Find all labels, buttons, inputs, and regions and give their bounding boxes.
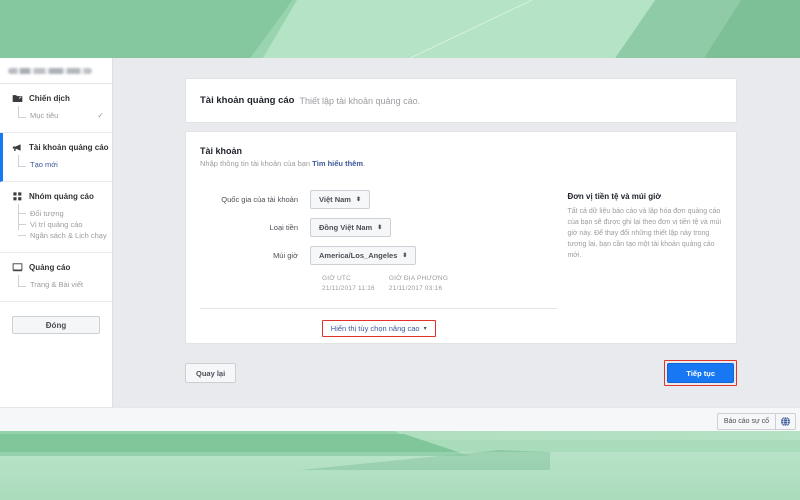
- check-icon: ✓: [97, 111, 104, 120]
- language-button[interactable]: [776, 414, 795, 429]
- sidebar-item-ngan-sach-lich-chay[interactable]: Ngân sách & Lịch chạy: [0, 230, 112, 241]
- report-problem-bar: Báo cáo sự cố: [716, 413, 796, 430]
- sidebar-group-campaign[interactable]: Chiến dịch Mục tiêu ✓: [0, 84, 112, 133]
- sidebar-item-label: Đối tượng: [30, 209, 64, 218]
- sidebar-group-label: Chiến dịch: [29, 94, 70, 103]
- main-content: Tài khoản quảng cáo Thiết lập tài khoản …: [113, 58, 800, 431]
- page-title: Tài khoản quảng cáo: [200, 95, 295, 106]
- section-divider: [200, 308, 558, 309]
- sidebar-item-tao-moi[interactable]: Tạo mới: [3, 155, 112, 170]
- currency-select-value: Đồng Việt Nam: [319, 223, 373, 232]
- account-name-redacted: [8, 67, 92, 74]
- sidebar-group-header[interactable]: Chiến dịch: [0, 93, 112, 104]
- globe-icon: [780, 416, 791, 427]
- app-window: Chiến dịch Mục tiêu ✓ Tài khoản quảng cá…: [0, 58, 800, 431]
- section-subtitle-text: Nhập thông tin tài khoản của bạn: [200, 159, 313, 168]
- next-button-highlight: Tiếp tục: [664, 360, 737, 386]
- form-area: Quốc gia của tài khoản Việt Nam ⬍ Loại t…: [200, 190, 722, 337]
- sidebar-group-ad[interactable]: Quảng cáo Trang & Bài viết: [0, 253, 112, 302]
- sidebar-item-label: Ngân sách & Lịch chạy: [30, 231, 107, 240]
- advanced-options-label: Hiển thị tùy chọn nâng cao: [330, 324, 420, 333]
- close-button[interactable]: Đóng: [12, 316, 100, 334]
- bg-hairline: [402, 0, 532, 62]
- megaphone-icon: [12, 144, 21, 152]
- timezone-select-value: America/Los_Angeles: [319, 251, 398, 260]
- bg-bottom-sheen: [0, 452, 800, 500]
- page-subtitle: Thiết lập tài khoản quảng cáo.: [299, 95, 421, 106]
- sidebar-item-label: Vị trí quảng cáo: [30, 220, 83, 229]
- sidebar-item-muc-tieu[interactable]: Mục tiêu ✓: [0, 106, 112, 121]
- close-button-container: Đóng: [0, 302, 112, 334]
- sidebar-group-header[interactable]: Nhóm quảng cáo: [0, 191, 112, 202]
- sidebar-group-label: Quảng cáo: [29, 263, 71, 272]
- form-footer: Quay lại Tiếp tục: [185, 358, 737, 388]
- field-label: Múi giờ: [273, 251, 298, 260]
- chevron-down-icon: ⬍: [402, 253, 408, 259]
- info-panel-body: Tất cả dữ liệu báo cáo và lập hóa đơn qu…: [567, 208, 721, 259]
- timezone-select[interactable]: America/Los_Angeles ⬍: [310, 246, 417, 265]
- field-label: Quốc gia của tài khoản: [221, 195, 298, 204]
- section-title: Tài khoản: [200, 146, 243, 156]
- advanced-options-container: Hiển thị tùy chọn nâng cao ▾: [200, 320, 557, 337]
- time-preview: GIỜ UTC 21/11/2017 11:16 GIỜ ĐỊA PHƯƠNG …: [322, 274, 557, 294]
- tree-connector: [18, 155, 26, 167]
- utc-time-value: 21/11/2017 11:16: [322, 285, 375, 292]
- grid-icon: [13, 192, 22, 201]
- window-bottom-strip: [0, 407, 800, 431]
- next-button[interactable]: Tiếp tục: [667, 363, 734, 383]
- sidebar-group-header[interactable]: Quảng cáo: [0, 262, 112, 273]
- account-selector[interactable]: [0, 58, 112, 84]
- tree-connector: [18, 275, 26, 287]
- local-time: GIỜ ĐỊA PHƯƠNG 21/11/2017 03:16: [389, 274, 448, 294]
- country-select[interactable]: Việt Nam ⬍: [310, 190, 370, 209]
- form-fields: Quốc gia của tài khoản Việt Nam ⬍ Loại t…: [200, 190, 558, 337]
- show-advanced-options-toggle[interactable]: Hiển thị tùy chọn nâng cao ▾: [321, 320, 436, 337]
- account-form-card: Tài khoản Nhập thông tin tài khoản của b…: [185, 131, 737, 344]
- monitor-icon: [12, 263, 23, 272]
- country-select-value: Việt Nam: [319, 195, 351, 204]
- page-header-card: Tài khoản quảng cáo Thiết lập tài khoản …: [185, 78, 737, 123]
- chevron-down-icon: ⬍: [355, 197, 361, 203]
- field-currency: Loại tiền Đồng Việt Nam ⬍: [200, 218, 557, 237]
- sidebar-item-label: Trang & Bài viết: [30, 280, 84, 289]
- chevron-down-icon: ▾: [423, 326, 427, 332]
- section-subtitle-suffix: .: [363, 159, 366, 168]
- field-timezone: Múi giờ America/Los_Angeles ⬍: [200, 246, 557, 265]
- info-panel-title: Đơn vị tiền tệ và múi giờ: [567, 192, 662, 201]
- info-panel: Đơn vị tiền tệ và múi giờ Tất cả dữ liệu…: [557, 190, 722, 337]
- local-time-value: 21/11/2017 03:16: [388, 285, 443, 292]
- sidebar-group-ad-set[interactable]: Nhóm quảng cáo Đối tượng Vị trí quảng cá…: [0, 182, 112, 253]
- back-button[interactable]: Quay lại: [185, 363, 237, 383]
- field-country: Quốc gia của tài khoản Việt Nam ⬍: [200, 190, 557, 209]
- tree-connector: [18, 106, 26, 118]
- local-time-label: GIỜ ĐỊA PHƯƠNG: [388, 275, 449, 282]
- sidebar-item-vi-tri-quang-cao[interactable]: Vị trí quảng cáo: [0, 219, 112, 230]
- sidebar-group-header[interactable]: Tài khoản quảng cáo: [3, 142, 112, 153]
- sidebar-item-doi-tuong[interactable]: Đối tượng: [0, 208, 112, 219]
- sidebar-item-trang-bai-viet[interactable]: Trang & Bài viết: [0, 275, 112, 290]
- utc-time: GIỜ UTC 21/11/2017 11:16: [322, 274, 375, 294]
- sidebar: Chiến dịch Mục tiêu ✓ Tài khoản quảng cá…: [0, 58, 113, 431]
- sidebar-group-label: Tài khoản quảng cáo: [29, 143, 109, 152]
- sidebar-item-label: Tạo mới: [30, 160, 58, 169]
- field-label: Loại tiền: [269, 223, 298, 232]
- sidebar-group-label: Nhóm quảng cáo: [29, 192, 94, 201]
- currency-select[interactable]: Đồng Việt Nam ⬍: [310, 218, 392, 237]
- chevron-down-icon: ⬍: [377, 225, 383, 231]
- learn-more-link[interactable]: Tìm hiểu thêm: [312, 159, 363, 168]
- campaign-folder-icon: [12, 95, 23, 102]
- section-subtitle: Nhập thông tin tài khoản của bạn Tìm hiể…: [200, 159, 722, 168]
- report-problem-button[interactable]: Báo cáo sự cố: [718, 414, 776, 429]
- sidebar-subitems: Đối tượng Vị trí quảng cáo Ngân sách & L…: [0, 204, 112, 241]
- sidebar-group-ad-account[interactable]: Tài khoản quảng cáo Tạo mới: [0, 133, 112, 182]
- utc-time-label: GIỜ UTC: [322, 275, 351, 282]
- sidebar-item-label: Mục tiêu: [30, 111, 59, 120]
